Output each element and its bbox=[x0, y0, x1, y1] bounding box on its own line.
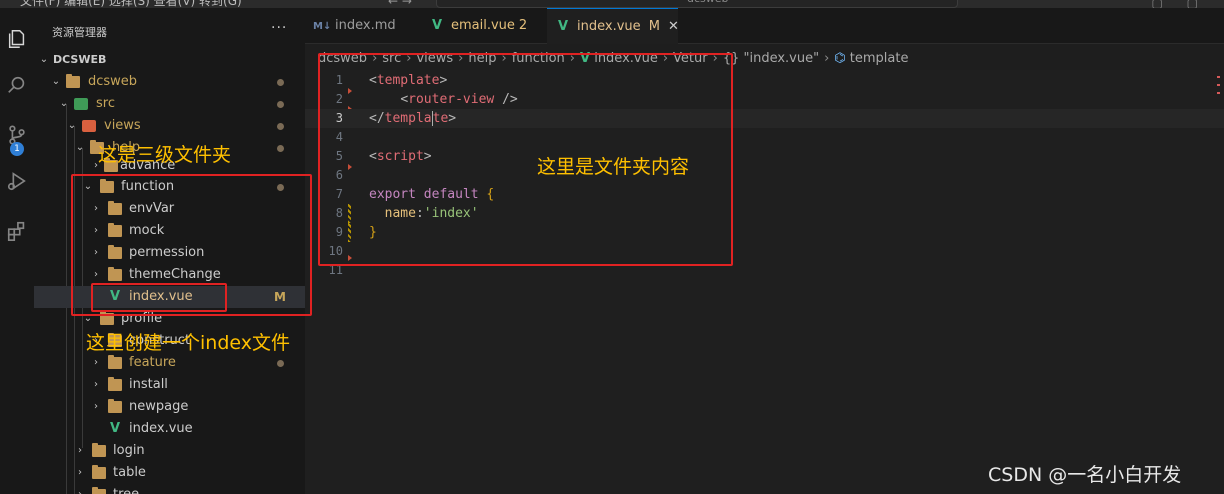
chevron-down-icon: ⌄ bbox=[51, 76, 61, 87]
minimap-marker bbox=[1217, 76, 1220, 78]
modified-dot-icon bbox=[277, 101, 284, 108]
editor-tab-bar: M↓ index.md Vemail.vue 2 Vindex.vue M ✕ bbox=[305, 8, 1224, 44]
title-bar: 文件(F) 编辑(E) 选择(S) 查看(V) 转到(G) ← → dcsweb… bbox=[0, 0, 1224, 8]
command-center-label: dcsweb bbox=[687, 0, 729, 5]
chevron-down-icon: ⌄ bbox=[39, 54, 49, 65]
folder-icon bbox=[92, 443, 106, 457]
tree-label: tree bbox=[113, 484, 139, 494]
vue-file-icon: V bbox=[557, 19, 569, 34]
chevron-down-icon: ⌄ bbox=[67, 120, 77, 131]
tree-label: login bbox=[113, 443, 145, 458]
breadcrumb-item[interactable]: {} "index.vue" bbox=[723, 51, 819, 66]
annotation-box-index-file bbox=[91, 283, 227, 312]
explorer-more-actions-icon[interactable]: ··· bbox=[271, 20, 287, 36]
tree-label: table bbox=[113, 465, 146, 480]
chevron-right-icon: › bbox=[74, 484, 86, 494]
tree-folder-login[interactable]: › login bbox=[34, 440, 305, 462]
modified-dot-icon bbox=[277, 79, 284, 86]
csdn-watermark: CSDN @一名小白开发 bbox=[988, 464, 1182, 486]
chevron-right-icon: › bbox=[78, 467, 82, 478]
problem-count: 2 bbox=[518, 18, 528, 33]
views-folder-icon bbox=[82, 120, 96, 132]
tree-label: views bbox=[104, 118, 141, 133]
explorer-title: 资源管理器 bbox=[52, 26, 107, 39]
tree-label: dcsweb bbox=[88, 74, 138, 89]
tree-folder-feature[interactable]: › feature bbox=[34, 352, 305, 374]
modified-dot-icon bbox=[277, 123, 284, 130]
modified-dot-icon bbox=[277, 360, 284, 367]
close-icon[interactable]: ✕ bbox=[668, 19, 679, 34]
tree-root-dcsweb[interactable]: ⌄ DCSWEB bbox=[34, 49, 305, 71]
breadcrumb-item[interactable]: template bbox=[850, 51, 909, 66]
folder-icon bbox=[108, 399, 122, 413]
chevron-right-icon: › bbox=[78, 445, 82, 456]
annotation-create-index-file: 这里创建一个index文件 bbox=[86, 332, 290, 354]
tree-label: install bbox=[129, 377, 168, 392]
folder-icon bbox=[92, 465, 106, 479]
tab-email-vue[interactable]: Vemail.vue 2 bbox=[421, 8, 545, 44]
modified-dot-icon bbox=[277, 145, 284, 152]
annotation-third-level-folder: 这是三级文件夹 bbox=[98, 144, 232, 166]
menu-bar[interactable]: 文件(F) 编辑(E) 选择(S) 查看(V) 转到(G) bbox=[20, 0, 242, 8]
tree-label: index.vue bbox=[129, 421, 193, 436]
tab-index-md[interactable]: M↓ index.md bbox=[305, 8, 417, 44]
git-status-modified: M bbox=[648, 19, 660, 34]
folder-icon bbox=[108, 355, 122, 369]
tree-folder-newpage[interactable]: › newpage bbox=[34, 396, 305, 418]
tree-folder-install[interactable]: › install bbox=[34, 374, 305, 396]
tree-folder-table[interactable]: › table bbox=[34, 462, 305, 484]
history-nav-buttons[interactable]: ← → bbox=[388, 0, 412, 8]
tab-label: index.md bbox=[335, 18, 396, 33]
chevron-right-icon: › bbox=[94, 401, 98, 412]
tab-index-vue[interactable]: Vindex.vue M ✕ bbox=[547, 8, 679, 44]
activity-bar: 1 bbox=[0, 8, 34, 494]
tree-folder-views[interactable]: ⌄ views bbox=[34, 115, 305, 137]
window-controls[interactable]: ▢ ▢ bbox=[1152, 0, 1209, 8]
chevron-right-icon: › bbox=[94, 357, 98, 368]
search-icon[interactable] bbox=[0, 68, 34, 102]
scm-badge: 1 bbox=[10, 142, 24, 156]
command-center[interactable]: dcsweb bbox=[436, 0, 958, 8]
tree-folder-src[interactable]: ⌄ src bbox=[34, 93, 305, 115]
vue-file-icon: V bbox=[431, 18, 443, 33]
minimap-marker bbox=[1217, 92, 1220, 94]
run-debug-icon[interactable] bbox=[0, 164, 34, 198]
chevron-down-icon: ⌄ bbox=[59, 98, 69, 109]
chevron-right-icon: › bbox=[94, 379, 98, 390]
annotation-folder-content: 这里是文件夹内容 bbox=[537, 156, 690, 178]
tab-label: index.vue bbox=[577, 19, 641, 34]
tab-label: email.vue bbox=[451, 18, 515, 33]
src-folder-icon bbox=[74, 98, 88, 110]
tree-label: newpage bbox=[129, 399, 189, 414]
tree-label: feature bbox=[129, 355, 176, 370]
tree-folder-dcsweb[interactable]: ⌄ dcsweb bbox=[34, 71, 305, 93]
tree-folder-tree[interactable]: › tree bbox=[34, 484, 305, 494]
markdown-icon: M↓ bbox=[313, 21, 332, 32]
extensions-icon[interactable] bbox=[0, 214, 34, 248]
tree-file-index-vue[interactable]: V index.vue bbox=[34, 418, 305, 440]
minimap-marker bbox=[1217, 84, 1220, 86]
folder-icon bbox=[108, 377, 122, 391]
folder-icon bbox=[66, 74, 80, 88]
tree-label: DCSWEB bbox=[53, 53, 107, 66]
vue-file-icon: V bbox=[109, 421, 121, 436]
tree-label: src bbox=[96, 96, 115, 111]
symbol-icon: ⌬ bbox=[834, 51, 846, 66]
folder-icon bbox=[92, 487, 106, 494]
explorer-icon[interactable] bbox=[0, 22, 34, 56]
